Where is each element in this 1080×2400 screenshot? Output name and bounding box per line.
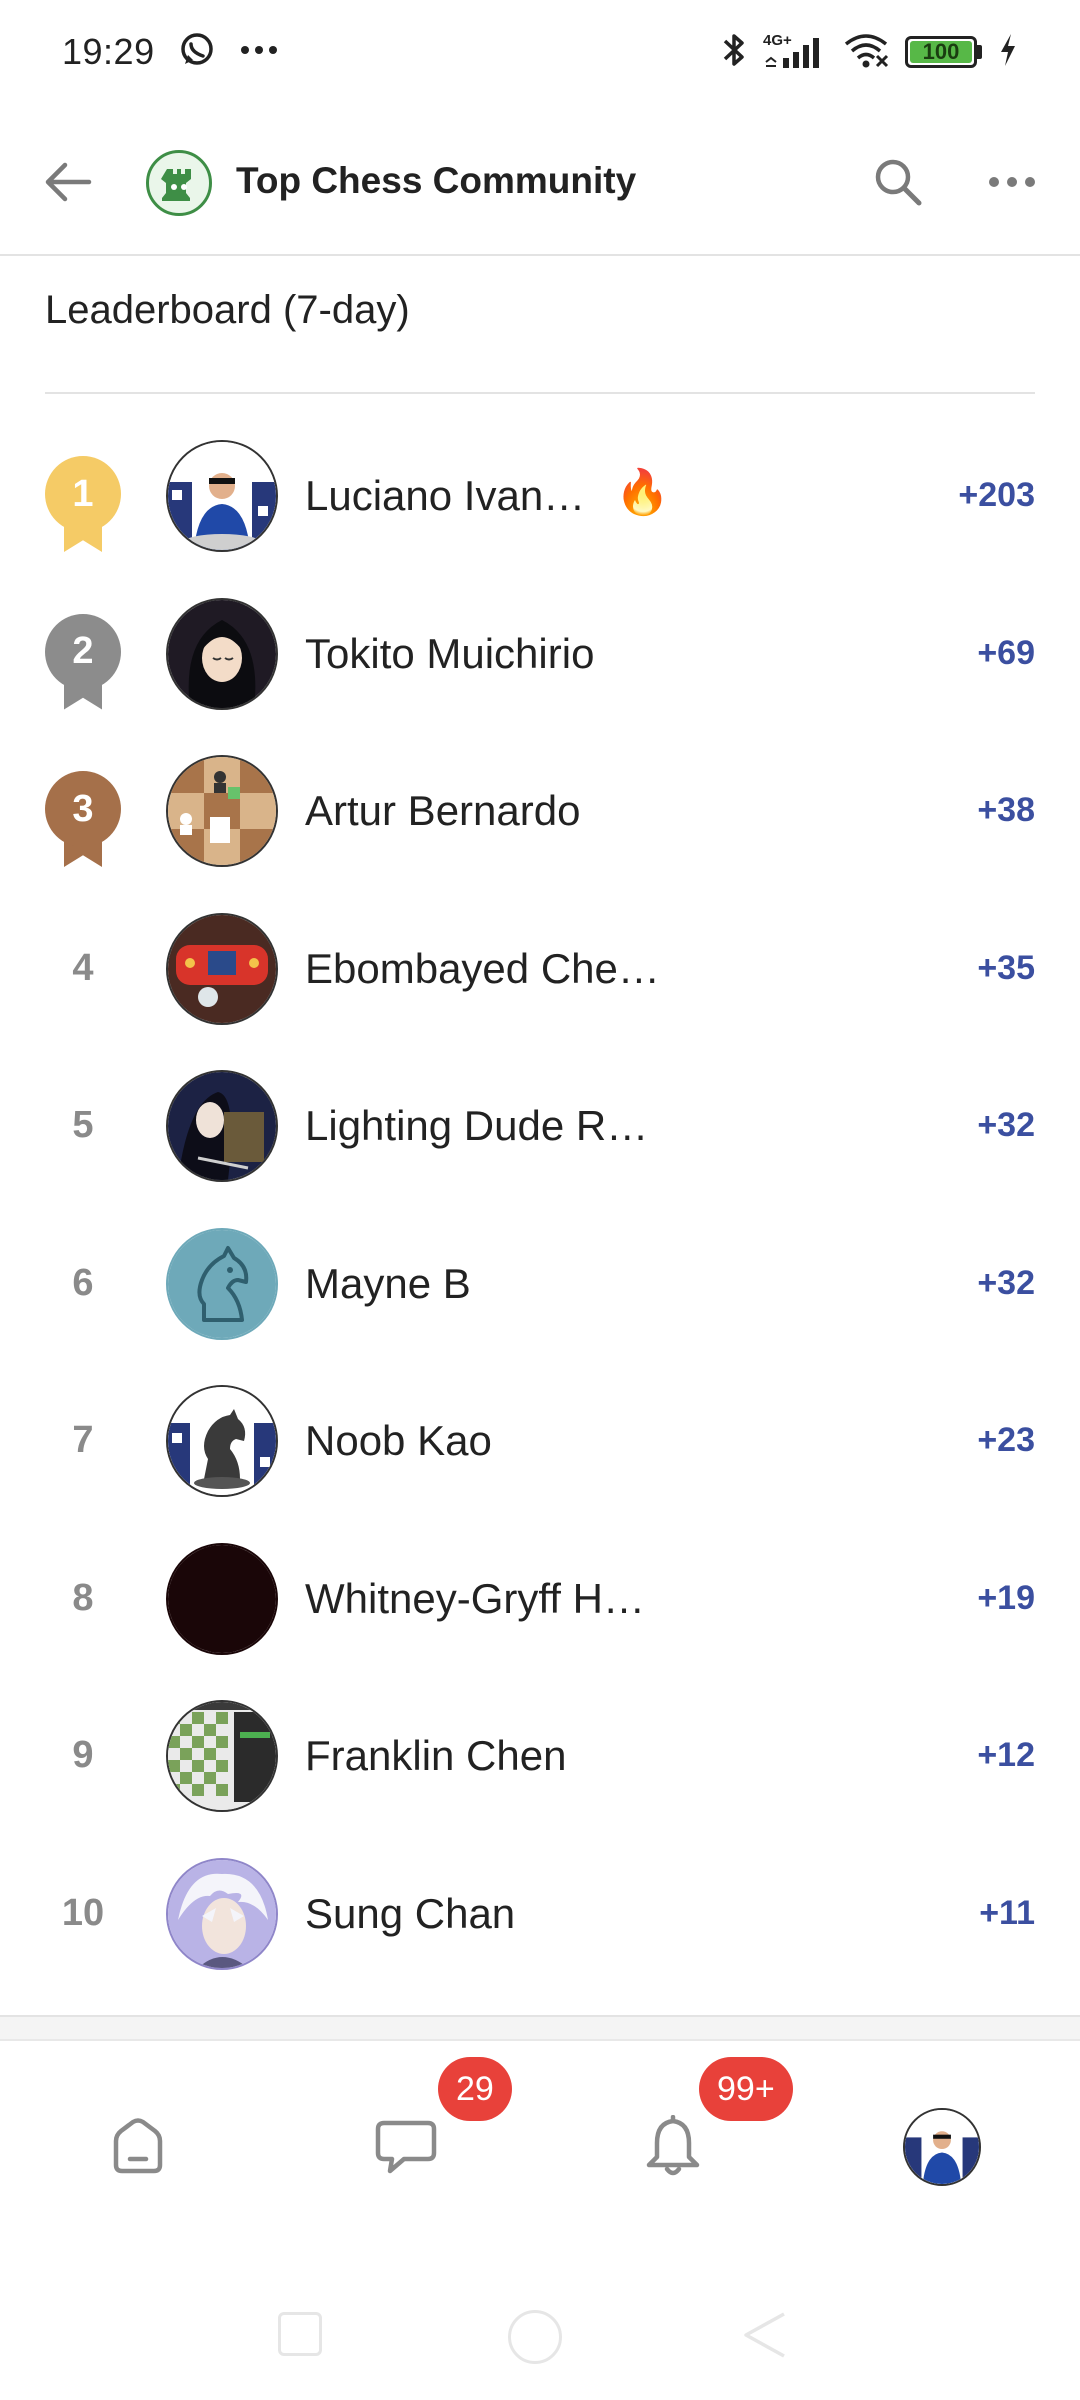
bronze-medal-icon: 3 <box>45 771 121 867</box>
chats-unread-badge: 29 <box>438 2057 512 2121</box>
player-name: Noob Kao <box>305 1417 492 1464</box>
battery-indicator: 100 <box>905 36 982 68</box>
rank-number: 6 <box>72 1261 94 1304</box>
divider <box>45 392 1035 394</box>
chat-bubble-icon <box>375 2120 437 2174</box>
player-name: Sung Chan <box>305 1889 516 1937</box>
player-score: +11 <box>979 1893 1035 1932</box>
bottom-navigation: 29 99+ <box>0 2041 1080 2251</box>
community-title: Top Chess Community <box>236 160 637 201</box>
whatsapp-icon <box>177 30 217 75</box>
leaderboard-list: 1 Luciano Ivan… 🔥 +203 2 Tokito Muichiri… <box>0 420 1080 1995</box>
status-bar: 19:29 4G+ 100 <box>0 0 1080 104</box>
profile-avatar <box>903 2108 981 2186</box>
player-name: Whitney-Gryff H… <box>305 1574 645 1622</box>
nav-chats-button[interactable]: 29 <box>358 2057 512 2195</box>
section-title: Leaderboard (7-day) <box>45 288 410 332</box>
list-end-divider <box>0 2015 1080 2041</box>
back-triangle-icon <box>744 2312 785 2358</box>
rank-number: 1 <box>45 456 121 532</box>
leaderboard-row[interactable]: 3 Artur Bernardo +38 <box>0 735 1080 893</box>
search-button[interactable] <box>866 150 930 214</box>
fire-streak-icon: 🔥 <box>615 468 670 517</box>
battery-level-text: 100 <box>922 39 960 64</box>
cellular-signal-icon: 4G+ <box>763 32 827 72</box>
player-name: Mayne B <box>305 1259 471 1307</box>
charging-icon <box>998 32 1018 73</box>
home-icon <box>113 2118 163 2174</box>
app-header: Top Chess Community <box>0 110 1080 256</box>
recent-apps-button[interactable] <box>278 2312 322 2356</box>
rank-number: 9 <box>72 1734 94 1776</box>
avatar[interactable] <box>166 1227 278 1340</box>
bluetooth-icon <box>721 30 747 75</box>
rank-number: 5 <box>72 1104 94 1146</box>
rook-icon <box>161 169 191 201</box>
rank-number: 3 <box>45 771 121 847</box>
player-score: +35 <box>977 948 1035 987</box>
avatar[interactable] <box>166 1857 278 1970</box>
leaderboard-row[interactable]: 5 Lighting Dude R… +32 <box>0 1050 1080 1208</box>
leaderboard-row[interactable]: 4 Ebombayed Che… +35 <box>0 893 1080 1051</box>
wifi-icon <box>843 30 889 75</box>
avatar[interactable] <box>166 1542 278 1655</box>
avatar[interactable] <box>166 1385 278 1497</box>
leaderboard-row[interactable]: 7 Noob Kao +23 <box>0 1365 1080 1523</box>
nav-home-button[interactable] <box>90 2099 186 2195</box>
player-name: Lighting Dude R… <box>305 1102 649 1149</box>
nav-notifications-button[interactable]: 99+ <box>625 2057 793 2195</box>
player-name: Luciano Ivan… <box>305 472 586 519</box>
bell-icon <box>646 2115 700 2176</box>
player-score: +32 <box>977 1106 1035 1144</box>
back-system-button[interactable] <box>740 2310 788 2360</box>
player-name: Artur Bernardo <box>305 787 581 834</box>
search-icon <box>875 159 922 206</box>
leaderboard-row[interactable]: 10 Sung Chan +11 <box>0 1838 1080 1996</box>
player-score: +23 <box>977 1421 1035 1459</box>
player-score: +38 <box>977 791 1035 829</box>
leaderboard-row[interactable]: 6 Mayne B +32 <box>0 1208 1080 1366</box>
more-horizontal-icon <box>989 177 1035 187</box>
rank-number: 4 <box>72 946 94 989</box>
silver-medal-icon: 2 <box>45 613 121 710</box>
rank-number: 2 <box>45 613 121 690</box>
system-navigation-bar <box>0 2270 1080 2400</box>
avatar[interactable] <box>166 755 278 867</box>
avatar[interactable] <box>166 1070 278 1182</box>
back-button[interactable] <box>36 150 100 214</box>
player-score: +69 <box>977 633 1035 672</box>
avatar[interactable] <box>166 1700 278 1812</box>
avatar[interactable] <box>166 597 278 710</box>
rank-number: 7 <box>72 1419 94 1461</box>
gold-medal-icon: 1 <box>45 456 121 552</box>
player-score: +32 <box>977 1263 1035 1302</box>
avatar[interactable] <box>166 440 278 552</box>
leaderboard-row[interactable]: 8 Whitney-Gryff H… +19 <box>0 1523 1080 1681</box>
home-system-button[interactable] <box>508 2310 562 2364</box>
player-name: Tokito Muichirio <box>305 629 595 677</box>
player-score: +203 <box>958 476 1035 514</box>
leaderboard-row[interactable]: 2 Tokito Muichirio +69 <box>0 578 1080 736</box>
player-name: Ebombayed Che… <box>305 944 660 992</box>
network-type-label: 4G+ <box>763 32 792 49</box>
player-score: +19 <box>977 1578 1035 1617</box>
player-score: +12 <box>977 1736 1035 1774</box>
more-notifications-icon <box>239 43 279 61</box>
arrow-left-icon <box>45 162 92 202</box>
more-options-button[interactable] <box>980 150 1044 214</box>
nav-profile-button[interactable] <box>894 2099 990 2195</box>
avatar[interactable] <box>166 912 278 1025</box>
status-time: 19:29 <box>62 31 155 72</box>
rank-number: 8 <box>72 1576 94 1619</box>
leaderboard-row[interactable]: 9 Franklin Chen +12 <box>0 1680 1080 1838</box>
rank-number: 10 <box>61 1891 105 1934</box>
player-name: Franklin Chen <box>305 1732 567 1779</box>
community-logo[interactable] <box>146 150 212 216</box>
notifications-unread-badge: 99+ <box>699 2057 793 2121</box>
leaderboard-row[interactable]: 1 Luciano Ivan… 🔥 +203 <box>0 420 1080 578</box>
